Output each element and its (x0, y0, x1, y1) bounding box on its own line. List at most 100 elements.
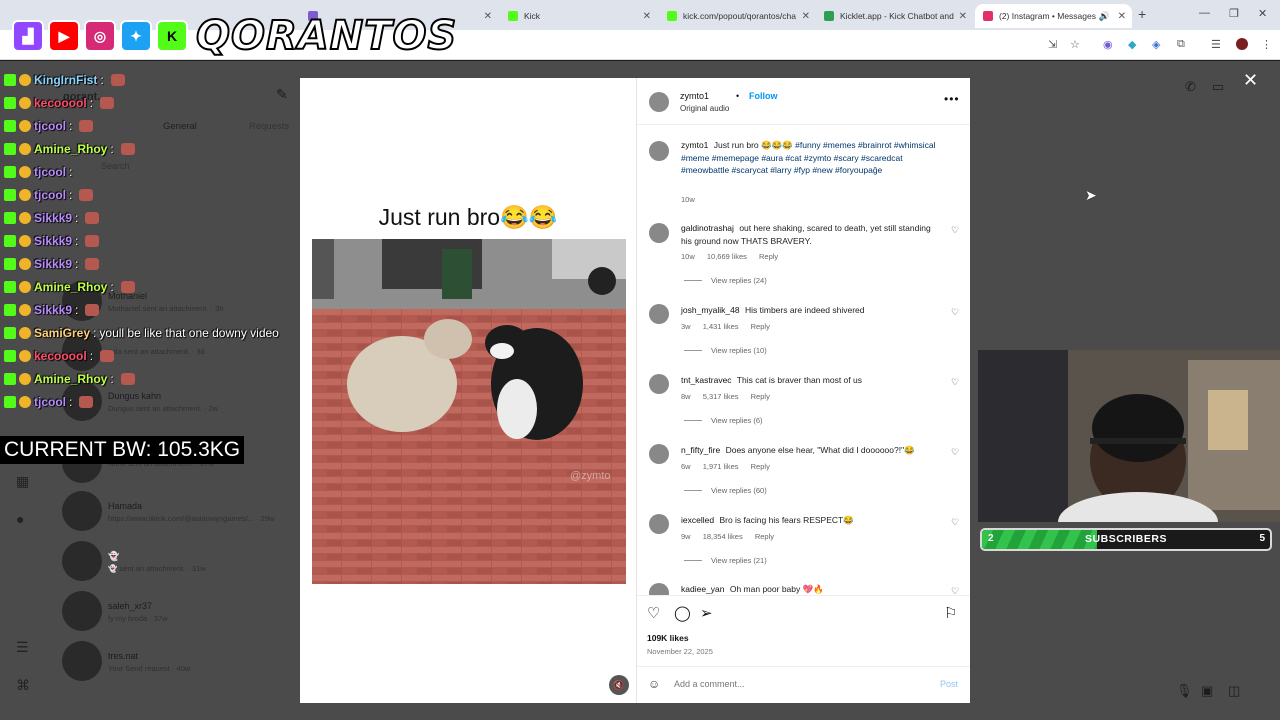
view-replies-button[interactable]: View replies (10) (684, 346, 767, 355)
moon-badge-icon (19, 281, 31, 293)
dm-thread[interactable]: 👻 👻 sent an attachment. · 31w (62, 539, 206, 583)
thread-name: saleh_xr37 (108, 601, 153, 611)
view-replies-button[interactable]: View replies (24) (684, 276, 767, 285)
comment-likes[interactable]: 1,971 likes (703, 462, 739, 471)
commenter-avatar[interactable] (649, 444, 669, 464)
speaker-icon[interactable]: 🔊 (1099, 11, 1110, 22)
new-message-icon[interactable]: ✎ (276, 86, 288, 103)
reels-icon[interactable]: ▦ (16, 473, 29, 490)
like-comment-heart-icon[interactable]: ♡ (951, 225, 959, 236)
close-tab-icon[interactable]: ✕ (802, 11, 810, 22)
close-tab-icon[interactable]: ✕ (643, 11, 651, 22)
close-tab-icon[interactable]: ✕ (484, 11, 492, 22)
like-comment-heart-icon[interactable]: ♡ (951, 517, 959, 528)
browser-tab-kicklet[interactable]: Kicklet.app - Kick Chatbot and ✕ (816, 4, 973, 28)
add-comment-input[interactable] (674, 679, 924, 689)
reading-list-icon[interactable]: ☰ (1211, 38, 1221, 51)
image-upload-icon[interactable]: ▣ (1201, 683, 1213, 699)
profile-avatar[interactable] (1236, 38, 1248, 50)
comment-reply-button[interactable]: Reply (759, 252, 778, 261)
comment-likes[interactable]: 5,317 likes (703, 392, 739, 401)
commenter-avatar[interactable] (649, 514, 669, 534)
kick-badge-icon (4, 74, 16, 86)
comment-username[interactable]: kadiee_yan (681, 584, 724, 594)
extension-icon[interactable]: ◈ (1152, 38, 1160, 51)
like-comment-heart-icon[interactable]: ♡ (951, 377, 959, 388)
comment-username[interactable]: galdinotrashaj (681, 223, 734, 233)
phone-call-icon[interactable]: ✆ (1185, 79, 1196, 95)
more-options-icon[interactable]: ••• (944, 92, 960, 106)
share-send-icon[interactable]: ➢ (700, 604, 713, 622)
divider (637, 595, 970, 596)
commenter-avatar[interactable] (649, 374, 669, 394)
more-menu-icon[interactable]: ☰ (16, 639, 29, 656)
dm-thread[interactable]: Hamada https://www.tiktok.com/@asianwynga… (62, 489, 274, 533)
like-comment-heart-icon[interactable]: ♡ (951, 307, 959, 318)
like-heart-icon[interactable]: ♡ (647, 604, 660, 622)
author-avatar[interactable] (649, 92, 669, 112)
comment-username[interactable]: n_fifty_fire (681, 445, 720, 455)
comment-reply-button[interactable]: Reply (755, 532, 774, 541)
bookmark-star-icon[interactable]: ☆ (1070, 38, 1080, 51)
view-replies-button[interactable]: View replies (21) (684, 556, 767, 565)
browser-tab-instagram[interactable]: (2) Instagram • Messages 🔊 ✕ (975, 4, 1132, 28)
comment-username[interactable]: iexcelled (681, 515, 714, 525)
microphone-icon[interactable]: 🎙 (1176, 683, 1193, 699)
profile-nav-icon[interactable]: ● (16, 511, 24, 527)
close-window-icon[interactable]: ✕ (1258, 7, 1267, 20)
video-call-icon[interactable]: ▭ (1212, 79, 1224, 95)
close-modal-icon[interactable]: ✕ (1243, 70, 1258, 91)
chat-message: Amine_Rhoy: (4, 277, 135, 297)
browser-menu-icon[interactable]: ⋮ (1261, 38, 1272, 51)
commenter-avatar[interactable] (649, 583, 669, 595)
author-username[interactable]: zymto1 (680, 91, 709, 101)
tab-requests[interactable]: Requests (249, 121, 289, 132)
dm-thread[interactable]: saleh_xr37 fy my broda · 37w (62, 589, 168, 633)
save-bookmark-icon[interactable]: ⚐ (944, 604, 957, 622)
follow-button[interactable]: Follow (749, 91, 778, 101)
view-replies-button[interactable]: View replies (6) (684, 416, 763, 425)
likes-count[interactable]: 109K likes (647, 633, 689, 643)
restore-icon[interactable]: ❐ (1229, 7, 1239, 20)
emoji-picker-icon[interactable]: ☺ (648, 677, 660, 691)
install-app-icon[interactable]: ⇲ (1048, 38, 1057, 51)
dm-thread[interactable]: tres.nat Your Send request · 40w (62, 639, 190, 683)
comment-reply-button[interactable]: Reply (751, 462, 770, 471)
comment-bubble-icon[interactable]: ◯ (674, 604, 691, 622)
comment-likes[interactable]: 1,431 likes (703, 322, 739, 331)
meta-icon[interactable]: ⌘ (16, 677, 30, 694)
comment-reply-button[interactable]: Reply (751, 322, 770, 331)
browser-tab-kick[interactable]: Kick ✕ (500, 4, 657, 28)
like-comment-heart-icon[interactable]: ♡ (951, 586, 959, 595)
minimize-icon[interactable]: — (1199, 7, 1210, 19)
comment-likes[interactable]: 18,354 likes (703, 532, 743, 541)
browser-tab-kick-popout[interactable]: kick.com/popout/qorantos/cha ✕ (659, 4, 816, 28)
comment-username[interactable]: josh_myalik_48 (681, 305, 740, 315)
tab-general[interactable]: General (163, 121, 197, 132)
kick-badge-icon (4, 97, 16, 109)
like-comment-heart-icon[interactable]: ♡ (951, 447, 959, 458)
close-tab-icon[interactable]: ✕ (959, 11, 967, 22)
comment-likes[interactable]: 10,669 likes (707, 252, 747, 261)
post-comment-button[interactable]: Post (940, 679, 958, 689)
commenter-avatar[interactable] (649, 304, 669, 324)
separator-dot: • (736, 91, 740, 101)
view-replies-button[interactable]: View replies (60) (684, 486, 767, 495)
comment-reply-button[interactable]: Reply (751, 392, 770, 401)
author-avatar[interactable] (649, 141, 669, 161)
cat-video[interactable]: @zymto (312, 239, 626, 584)
comment-username[interactable]: tnt_kastravec (681, 375, 732, 385)
close-tab-icon[interactable]: ✕ (1118, 11, 1126, 22)
mute-toggle-button[interactable]: 🔇 (609, 675, 629, 695)
caption-username[interactable]: zymto1 (681, 140, 708, 150)
search-input[interactable]: Search (101, 161, 130, 171)
thread-name: 👻 (108, 551, 120, 561)
extension-icon[interactable]: ◉ (1103, 38, 1113, 51)
cat-video-frame: @zymto (312, 239, 626, 584)
sticker-icon[interactable]: ◫ (1228, 683, 1240, 699)
extension-icon[interactable]: ◆ (1128, 38, 1136, 51)
audio-label[interactable]: Original audio (680, 104, 729, 113)
new-tab-button[interactable]: + (1138, 6, 1146, 22)
commenter-avatar[interactable] (649, 223, 669, 243)
extensions-puzzle-icon[interactable]: ⧉ (1177, 38, 1185, 51)
